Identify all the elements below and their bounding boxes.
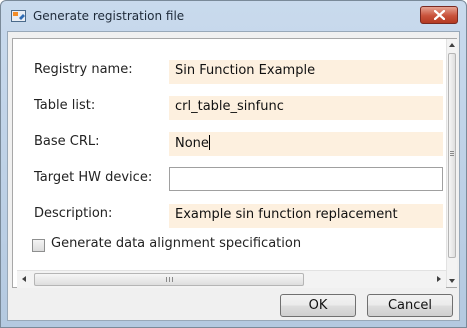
- grip-line: [450, 153, 454, 154]
- table-list-label: Table list:: [34, 98, 96, 113]
- scroll-up-icon[interactable]: [449, 43, 455, 47]
- description-label: Description:: [34, 206, 113, 221]
- vertical-scrollbar[interactable]: [446, 39, 457, 287]
- title-bar[interactable]: Generate registration file: [1, 1, 466, 31]
- scroll-right-icon[interactable]: [437, 276, 441, 282]
- close-button[interactable]: [420, 6, 458, 24]
- vertical-scroll-thumb[interactable]: [448, 53, 456, 258]
- table-list-field[interactable]: crl_table_sinfunc: [169, 96, 443, 120]
- grip-line: [450, 155, 454, 156]
- app-icon: [11, 9, 27, 23]
- scroll-down-icon[interactable]: [449, 279, 455, 283]
- base-crl-value: None: [175, 136, 209, 151]
- grip-line: [172, 277, 173, 282]
- registry-name-label: Registry name:: [34, 62, 133, 77]
- base-crl-label: Base CRL:: [34, 134, 100, 149]
- text-caret: [208, 135, 210, 150]
- target-hw-device-input[interactable]: [169, 167, 443, 191]
- grip-line: [169, 277, 170, 282]
- grip-line: [450, 151, 454, 152]
- data-alignment-checkbox[interactable]: [32, 239, 45, 252]
- horizontal-scroll-thumb[interactable]: [34, 273, 304, 286]
- cancel-button[interactable]: Cancel: [367, 294, 453, 317]
- scroll-panel: Registry name: Sin Function Example Tabl…: [12, 38, 457, 288]
- grip-line: [166, 277, 167, 282]
- base-crl-field[interactable]: None: [169, 132, 443, 156]
- registry-name-field[interactable]: Sin Function Example: [169, 60, 443, 84]
- dialog-body: Registry name: Sin Function Example Tabl…: [7, 31, 460, 321]
- ok-button[interactable]: OK: [280, 294, 356, 317]
- data-alignment-label[interactable]: Generate data alignment specification: [51, 236, 301, 251]
- description-field[interactable]: Example sin function replacement: [169, 204, 443, 228]
- scroll-left-icon[interactable]: [22, 276, 26, 282]
- dialog-window: Generate registration file Registry name…: [0, 0, 467, 328]
- window-title: Generate registration file: [33, 9, 185, 23]
- target-hw-device-label: Target HW device:: [34, 170, 153, 185]
- horizontal-scrollbar[interactable]: [17, 270, 446, 288]
- close-icon: [434, 10, 445, 20]
